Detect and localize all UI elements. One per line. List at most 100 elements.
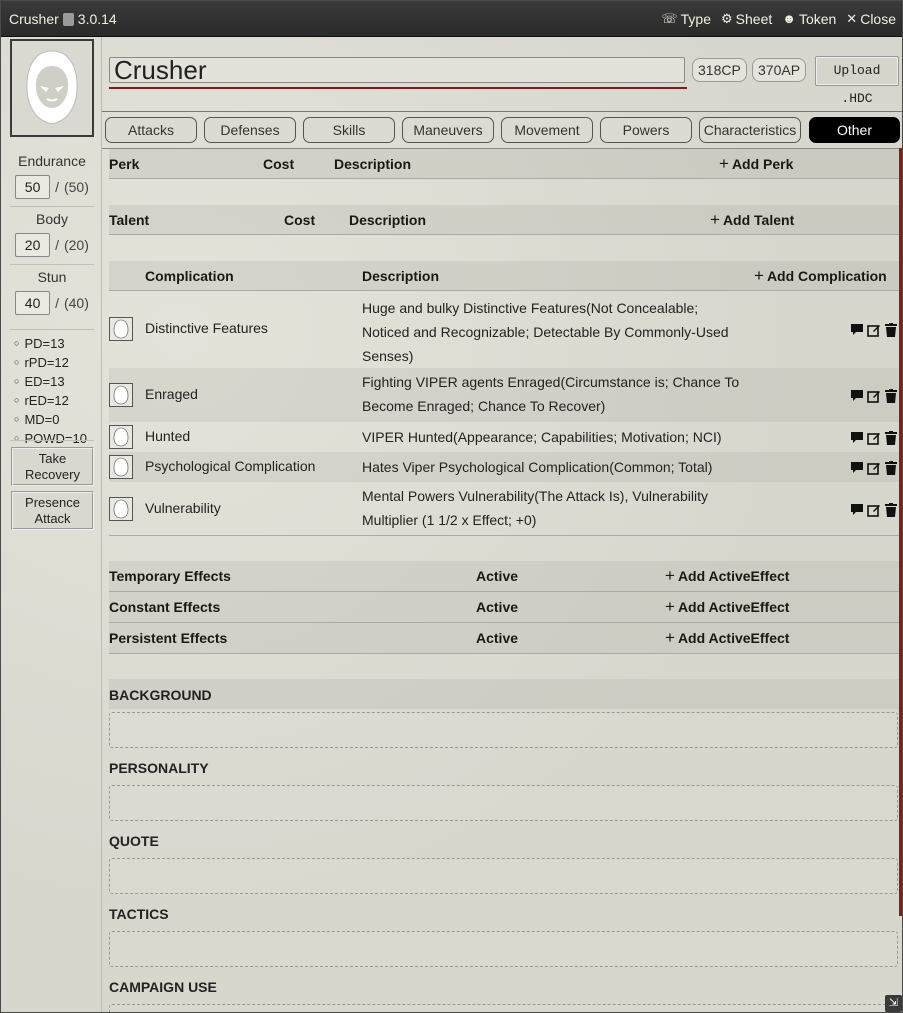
- close-label: Close: [860, 10, 896, 27]
- add-temporary-effect-button[interactable]: + Add ActiveEffect: [665, 561, 789, 591]
- complication-item-icon[interactable]: [109, 497, 133, 521]
- add-constant-effect-button[interactable]: + Add ActiveEffect: [665, 592, 789, 622]
- complication-item-icon[interactable]: [109, 425, 133, 449]
- type-icon: ☏: [661, 10, 678, 26]
- edit-icon[interactable]: [866, 430, 881, 445]
- window-title: Crusher 3.0.14: [9, 11, 651, 27]
- stun-label: Stun: [37, 269, 67, 285]
- presence-attack-button[interactable]: Presence Attack: [11, 491, 94, 530]
- complication-name: Enraged: [145, 386, 198, 402]
- token-control[interactable]: ☻ Token: [782, 11, 836, 27]
- endurance-input[interactable]: 50: [15, 175, 51, 199]
- add-persistent-effect-button[interactable]: + Add ActiveEffect: [665, 623, 789, 653]
- stun-max: (40): [63, 295, 89, 311]
- perk-description-header: Description: [334, 156, 412, 172]
- hooded-figure-icon: [113, 499, 129, 519]
- complication-header: Complication Description + Add Complicati…: [109, 261, 899, 291]
- sheet-label: Sheet: [735, 10, 773, 27]
- take-recovery-button[interactable]: Take Recovery: [11, 447, 94, 486]
- sheet-control[interactable]: ⚙ Sheet: [721, 11, 772, 27]
- trash-icon[interactable]: [883, 430, 898, 445]
- body-input[interactable]: 20: [15, 233, 51, 257]
- type-control[interactable]: ☏ Type: [661, 11, 711, 27]
- campaign-use-textbox[interactable]: [109, 1004, 898, 1012]
- row-actions: [849, 460, 898, 475]
- trash-icon[interactable]: [883, 460, 898, 475]
- body-max: (20): [63, 237, 89, 253]
- character-name-input[interactable]: Crusher: [109, 57, 685, 83]
- complication-row[interactable]: Vulnerability Mental Powers Vulnerabilit…: [109, 482, 899, 536]
- complication-row[interactable]: Psychological Complication Hates Viper P…: [109, 452, 899, 482]
- cp-badge: 318CP: [692, 58, 747, 82]
- complication-item-icon[interactable]: [109, 383, 133, 407]
- body-separator: /: [55, 237, 59, 253]
- plus-icon: +: [719, 154, 729, 173]
- edit-icon[interactable]: [866, 460, 881, 475]
- complication-col-header: Complication: [145, 268, 234, 284]
- edit-icon[interactable]: [866, 322, 881, 337]
- tab-movement[interactable]: Movement: [501, 117, 593, 143]
- perk-header: Perk Cost Description + Add Perk: [109, 149, 899, 179]
- title-bar[interactable]: Crusher 3.0.14 ☏ Type ⚙ Sheet ☻ Token ✕ C…: [1, 1, 902, 37]
- edit-icon[interactable]: [866, 388, 881, 403]
- add-complication-label: Add Complication: [766, 268, 887, 284]
- trash-icon[interactable]: [883, 322, 898, 337]
- tab-attacks[interactable]: Attacks: [105, 117, 197, 143]
- persistent-effects-label: Persistent Effects: [109, 630, 228, 646]
- chat-icon[interactable]: [849, 388, 864, 403]
- version-text: 3.0.14: [77, 10, 117, 27]
- tab-characteristics[interactable]: Characteristics: [699, 117, 801, 143]
- add-perk-button[interactable]: + Add Perk: [719, 149, 793, 179]
- complication-item-icon[interactable]: [109, 317, 133, 341]
- chat-icon[interactable]: [849, 322, 864, 337]
- tab-skills[interactable]: Skills: [303, 117, 395, 143]
- upload-hdc-button[interactable]: Upload .HDC: [815, 56, 899, 106]
- background-textbox[interactable]: [109, 712, 898, 748]
- endurance-label: Endurance: [18, 153, 86, 169]
- add-complication-button[interactable]: + Add Complication: [754, 261, 887, 291]
- resize-handle-icon[interactable]: ⇲: [885, 995, 902, 1012]
- personality-textbox[interactable]: [109, 785, 898, 821]
- divider: [10, 440, 94, 441]
- add-perk-label: Add Perk: [731, 156, 794, 172]
- add-talent-button[interactable]: + Add Talent: [710, 205, 794, 235]
- chat-icon[interactable]: [849, 502, 864, 517]
- chat-icon[interactable]: [849, 460, 864, 475]
- stun-input[interactable]: 40: [15, 291, 51, 315]
- campaign-use-label: CAMPAIGN USE: [109, 979, 217, 995]
- complication-name: Psychological Complication: [145, 458, 316, 474]
- complication-row[interactable]: Hunted VIPER Hunted(Appearance; Capabili…: [109, 422, 899, 452]
- constant-active-header: Active: [476, 599, 519, 615]
- section-band: [109, 679, 899, 709]
- complication-description: Fighting VIPER agents Enraged(Circumstan…: [362, 374, 740, 414]
- scrollbar[interactable]: [899, 148, 902, 916]
- tab-defenses[interactable]: Defenses: [204, 117, 296, 143]
- tactics-label: TACTICS: [109, 906, 169, 922]
- tactics-textbox[interactable]: [109, 931, 898, 967]
- defense-pd: PD=13: [14, 335, 87, 354]
- complication-name: Vulnerability: [145, 500, 221, 516]
- talent-col-header: Talent: [109, 212, 150, 228]
- row-actions: [849, 322, 898, 337]
- defense-ed: ED=13: [14, 373, 87, 392]
- temporary-effects-label: Temporary Effects: [109, 568, 231, 584]
- complication-row[interactable]: Enraged Fighting VIPER agents Enraged(Ci…: [109, 368, 899, 422]
- close-control[interactable]: ✕ Close: [846, 11, 896, 27]
- complication-item-icon[interactable]: [109, 455, 133, 479]
- tab-powers[interactable]: Powers: [600, 117, 692, 143]
- tab-other[interactable]: Other: [809, 117, 900, 143]
- complication-row[interactable]: Distinctive Features Huge and bulky Dist…: [109, 292, 899, 368]
- plus-icon: +: [754, 266, 764, 285]
- character-portrait[interactable]: [10, 39, 94, 137]
- trash-icon[interactable]: [883, 502, 898, 517]
- chat-icon[interactable]: [849, 430, 864, 445]
- personality-label: PERSONALITY: [109, 760, 209, 776]
- edit-icon[interactable]: [866, 502, 881, 517]
- hooded-figure-icon: [113, 319, 129, 339]
- tab-maneuvers[interactable]: Maneuvers: [402, 117, 494, 143]
- window-title-text: Crusher: [9, 10, 59, 27]
- ap-badge: 370AP: [752, 58, 807, 82]
- quote-textbox[interactable]: [109, 858, 898, 894]
- persistent-effects-header: Persistent Effects Active + Add ActiveEff…: [109, 623, 899, 654]
- trash-icon[interactable]: [883, 388, 898, 403]
